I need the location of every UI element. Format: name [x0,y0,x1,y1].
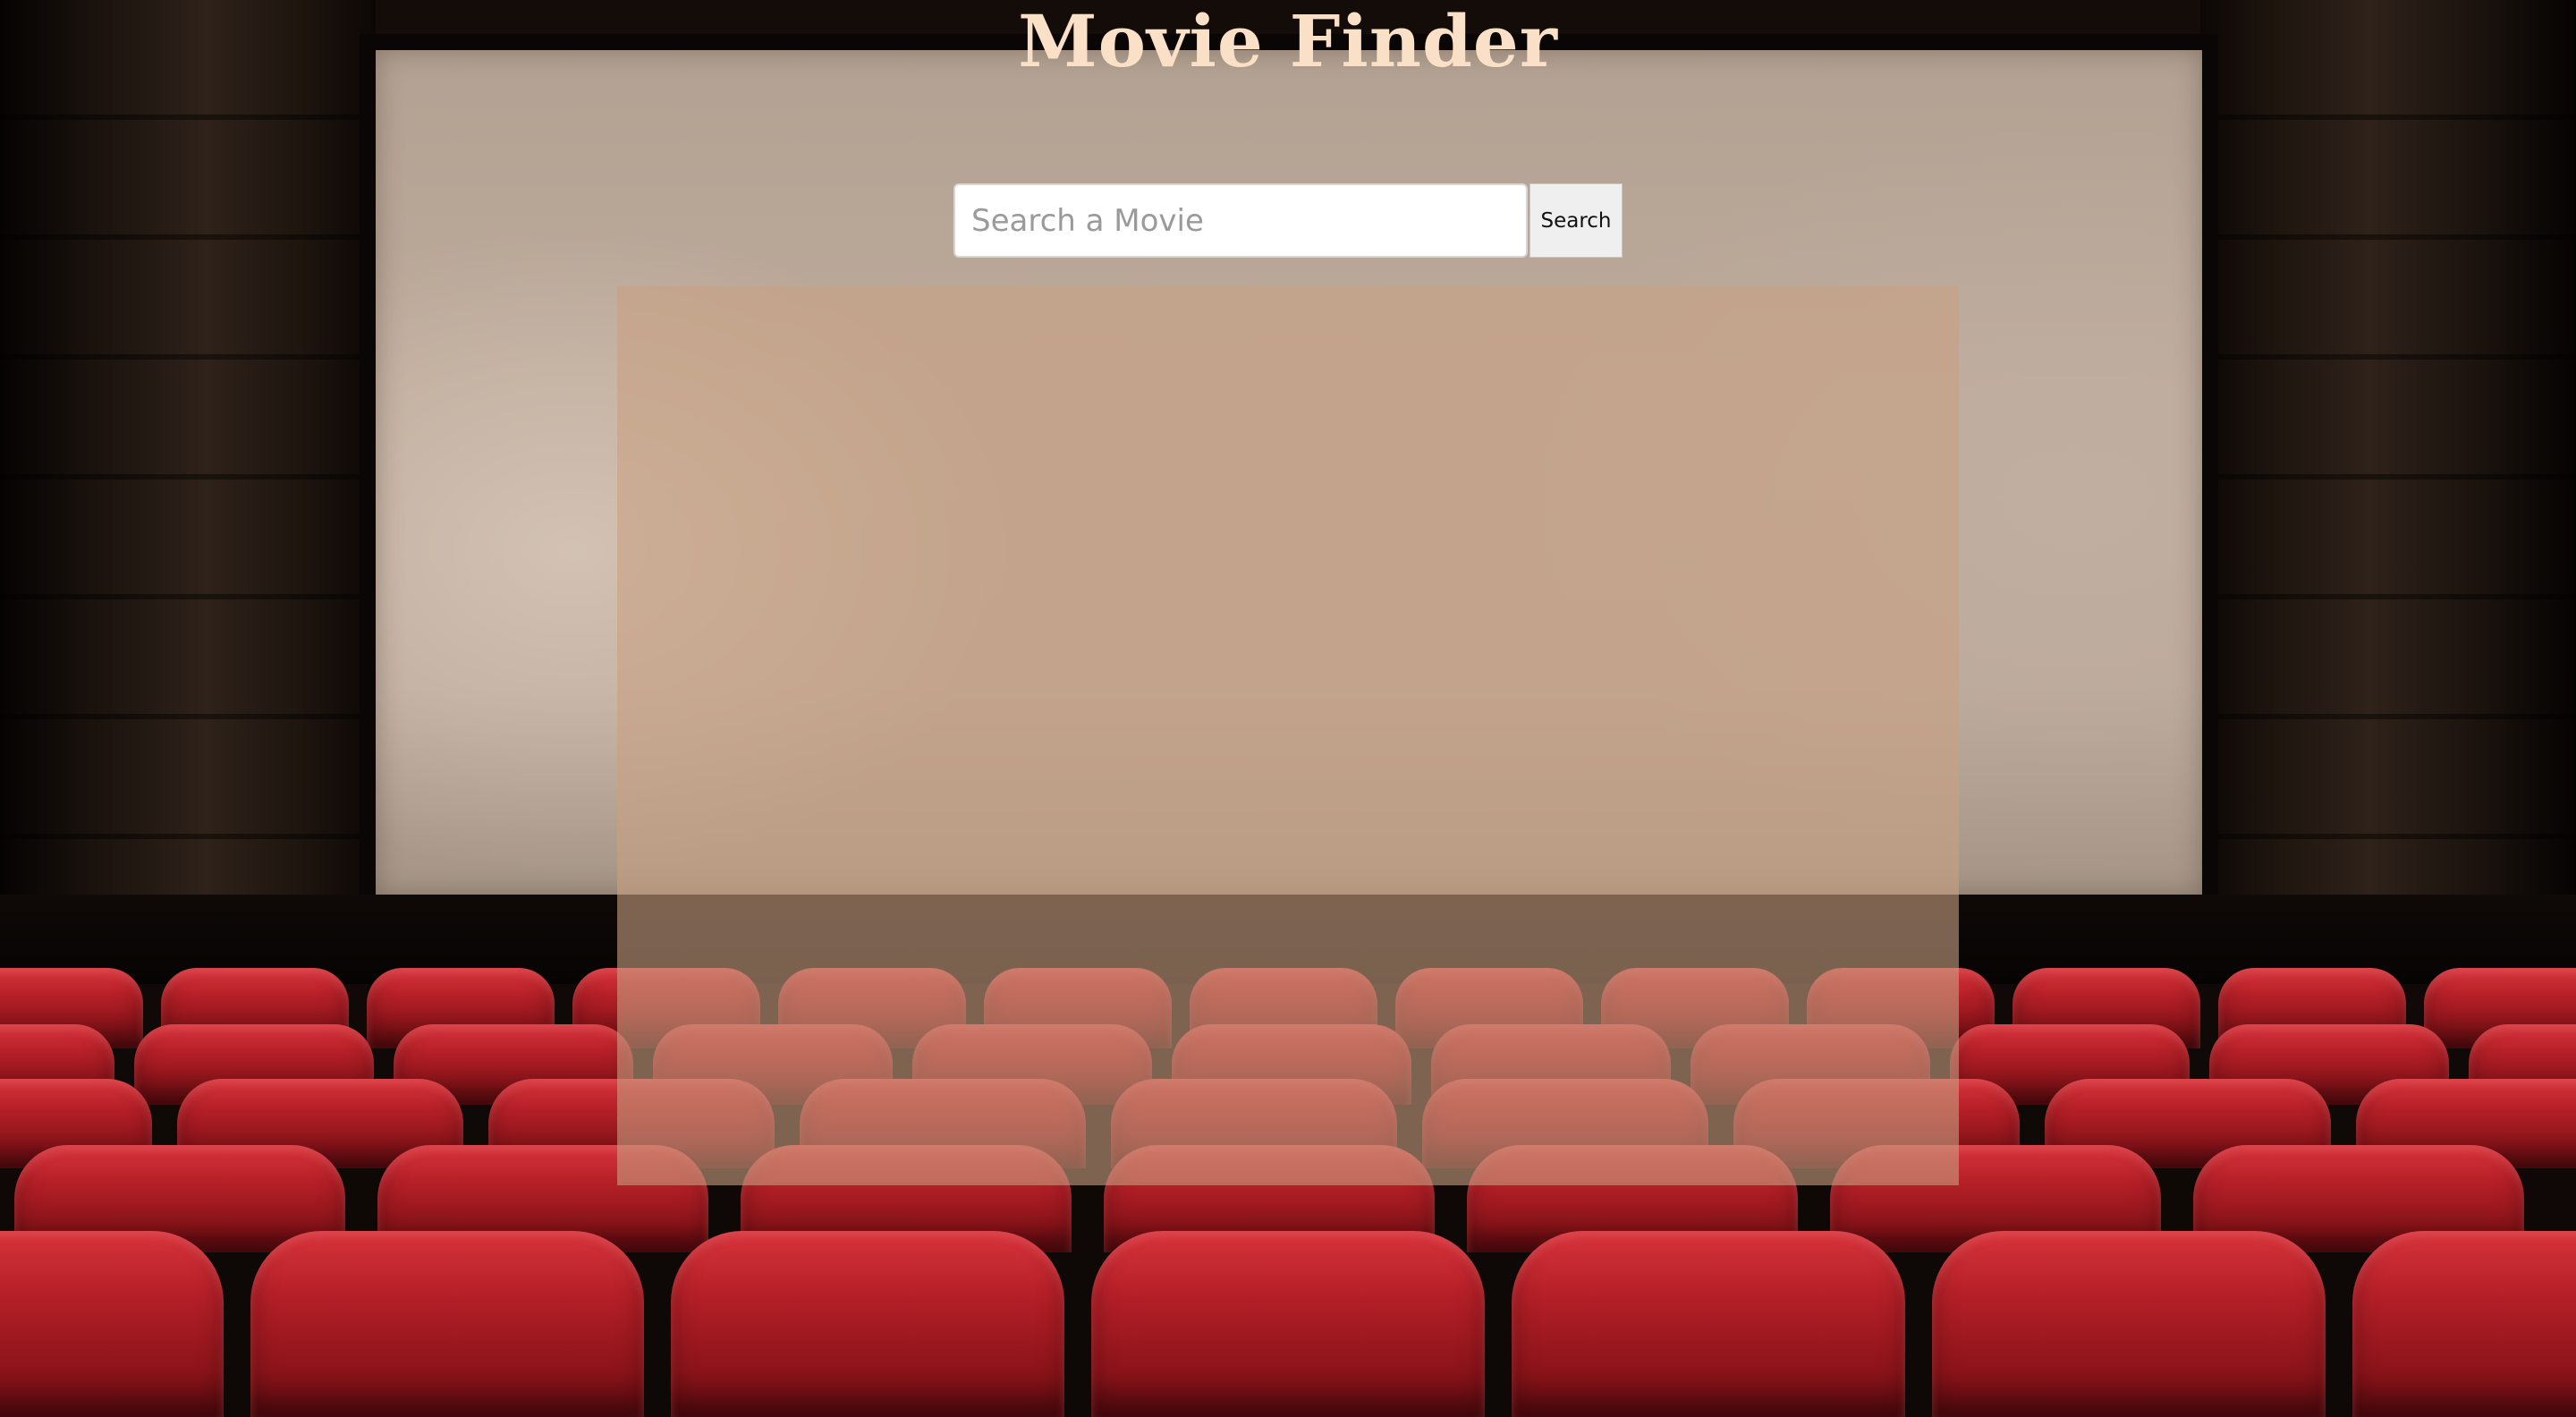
search-input[interactable] [953,183,1528,258]
seat [1512,1231,1905,1417]
left-wall [0,0,376,948]
seat [671,1231,1064,1417]
results-panel [617,286,1959,1185]
right-wall [2200,0,2576,948]
seat-row [0,1231,2576,1417]
seat [0,1231,224,1417]
seat [1932,1231,2326,1417]
seat [1091,1231,1485,1417]
page-title: Movie Finder [1018,0,1558,83]
seat [2352,1231,2576,1417]
seat [250,1231,644,1417]
search-button[interactable]: Search [1530,183,1623,258]
search-form: Search [953,183,1623,258]
